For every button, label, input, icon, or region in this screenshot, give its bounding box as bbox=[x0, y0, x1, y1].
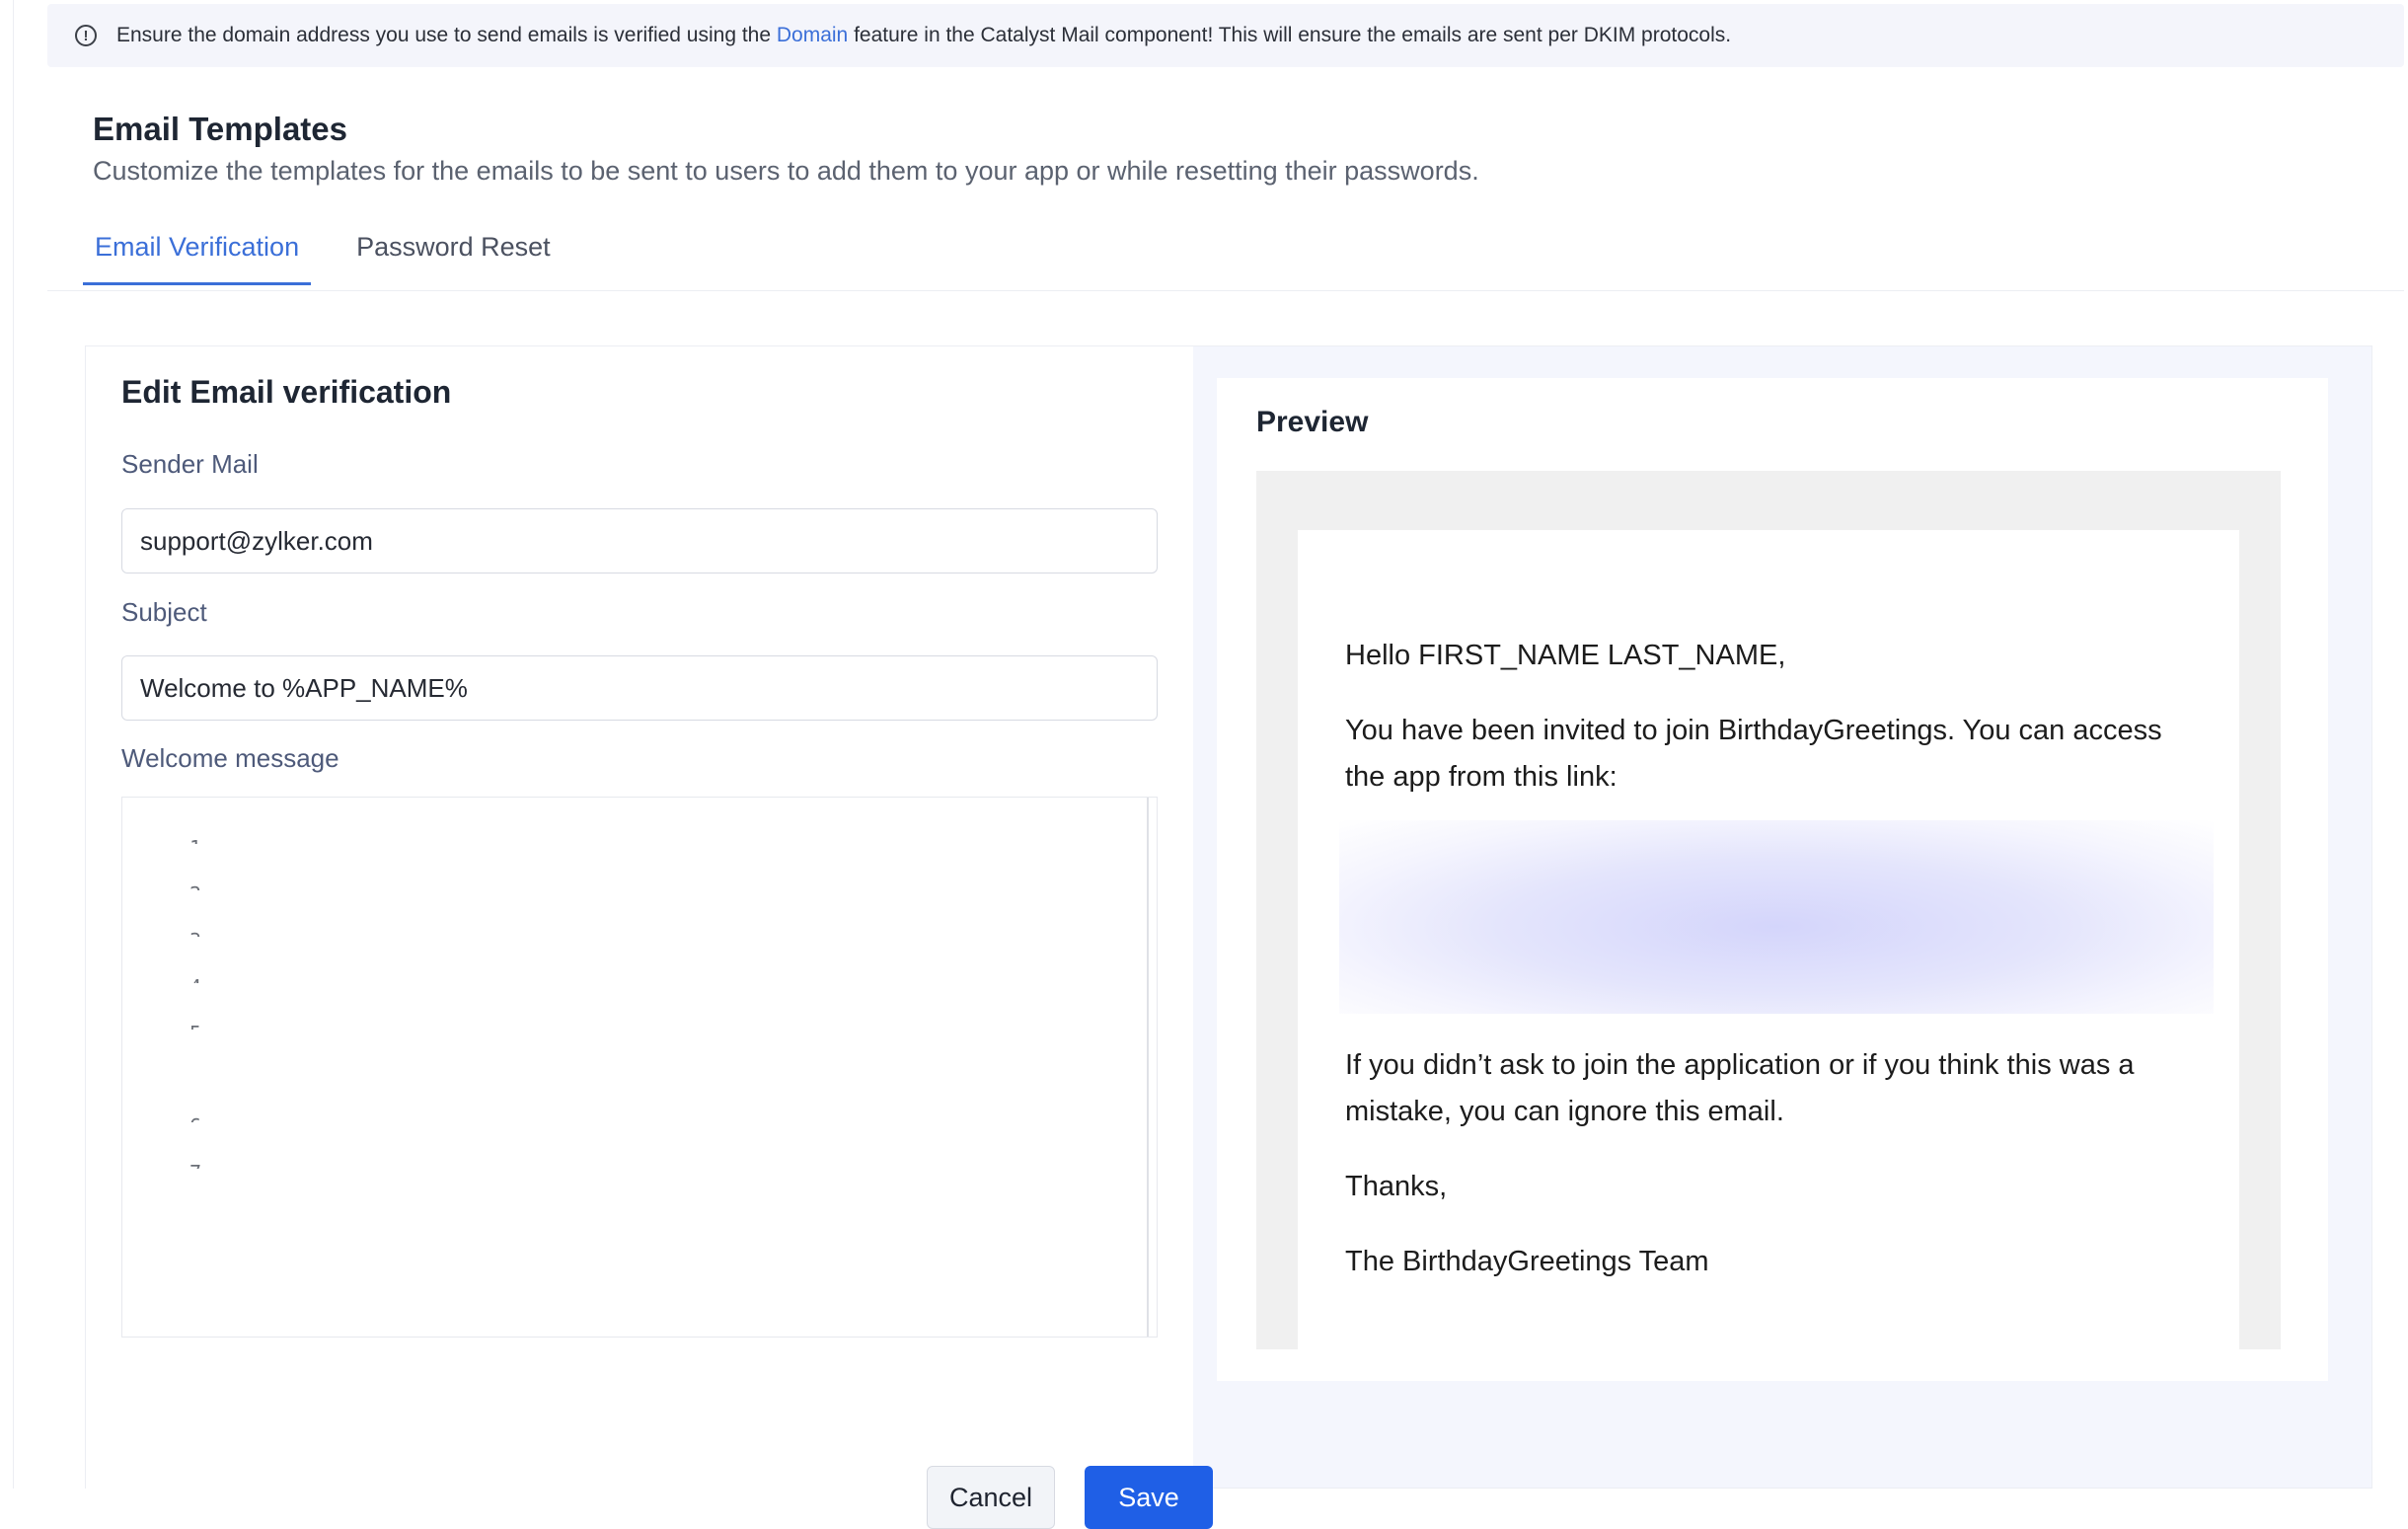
code-line[interactable]: 2 <p>You have been invited to join %APP_… bbox=[122, 844, 1149, 890]
preview-thanks: Thanks, bbox=[1345, 1171, 1448, 1202]
code-line[interactable]: 5 <p>If you didn’t ask to join the appli… bbox=[122, 983, 1149, 1030]
info-banner: ! Ensure the domain address you use to s… bbox=[47, 4, 2404, 67]
code-line[interactable]: 4 bbox=[122, 937, 1149, 983]
preview-greeting: Hello FIRST_NAME LAST_NAME, bbox=[1345, 640, 1786, 671]
page-title: Email Templates bbox=[93, 111, 347, 147]
line-number: 4 bbox=[122, 964, 201, 983]
tabs-divider bbox=[47, 290, 2404, 291]
line-number: 3 bbox=[122, 918, 201, 937]
banner-text-pre: Ensure the domain address you use to sen… bbox=[116, 24, 777, 46]
line-number: 7 bbox=[122, 1150, 201, 1169]
edit-section: Edit Email verification Sender Mail supp… bbox=[86, 346, 1213, 1529]
tab-password-reset[interactable]: Password Reset bbox=[344, 227, 563, 282]
line-number: 6 bbox=[122, 1104, 201, 1122]
banner-text: Ensure the domain address you use to sen… bbox=[116, 24, 1731, 47]
preview-link-blurred bbox=[1339, 820, 2214, 1014]
line-number: 5 bbox=[122, 1011, 201, 1030]
page-subtitle: Customize the templates for the emails t… bbox=[93, 156, 1479, 186]
banner-text-post: feature in the Catalyst Mail component! … bbox=[848, 24, 1732, 46]
preview-ignore-text: If you didn’t ask to join the applicatio… bbox=[1345, 1049, 2135, 1127]
sender-mail-field[interactable]: support@zylker.com bbox=[121, 508, 1158, 573]
subject-field[interactable]: Welcome to %APP_NAME% bbox=[121, 655, 1158, 721]
preview-invite-text: You have been invited to join BirthdayGr… bbox=[1345, 715, 2162, 793]
preview-team: The BirthdayGreetings Team bbox=[1345, 1246, 1709, 1277]
welcome-message-label: Welcome message bbox=[121, 743, 339, 773]
main-content: Email Templates Customize the templates … bbox=[47, 69, 2404, 1529]
preview-heading: Preview bbox=[1256, 406, 1369, 438]
tab-email-verification[interactable]: Email Verification bbox=[83, 227, 312, 285]
subject-label: Subject bbox=[121, 597, 207, 627]
template-panel: Edit Email verification Sender Mail supp… bbox=[85, 345, 2372, 1529]
preview-section: Preview Hello FIRST_NAME LAST_NAME, You … bbox=[1217, 378, 2328, 1381]
domain-link[interactable]: Domain bbox=[777, 24, 848, 46]
left-border bbox=[13, 0, 14, 1489]
line-number: 2 bbox=[122, 872, 201, 890]
code-line[interactable]: 3 <p><a href='%LINK%'>%LINK%</a></p> bbox=[122, 890, 1149, 937]
code-line[interactable]: 1 <p>Hello %FIRST_NAME% %LAST_NAME%,</p> bbox=[122, 798, 1149, 844]
code-editor[interactable]: 1 <p>Hello %FIRST_NAME% %LAST_NAME%,</p>… bbox=[121, 797, 1158, 1338]
template-tabs: Email Verification Password Reset bbox=[83, 227, 596, 285]
edit-heading: Edit Email verification bbox=[121, 374, 452, 410]
save-button[interactable]: Save bbox=[1085, 1466, 1213, 1529]
cancel-button[interactable]: Cancel bbox=[927, 1466, 1055, 1529]
info-circle-icon: ! bbox=[75, 25, 97, 46]
preview-frame: Hello FIRST_NAME LAST_NAME, You have bee… bbox=[1256, 471, 2281, 1349]
preview-email-body: Hello FIRST_NAME LAST_NAME, You have bee… bbox=[1298, 530, 2239, 1349]
sender-mail-label: Sender Mail bbox=[121, 449, 259, 479]
line-number: 1 bbox=[122, 825, 201, 844]
code-line[interactable]: 6 <p>Thanks,</p> bbox=[122, 1076, 1149, 1122]
code-line-wrap[interactable]: this email.</p> bbox=[122, 1030, 1149, 1076]
code-line-active[interactable]: 7 <p>The %APP_NAME% Team</p> bbox=[122, 1122, 1149, 1169]
